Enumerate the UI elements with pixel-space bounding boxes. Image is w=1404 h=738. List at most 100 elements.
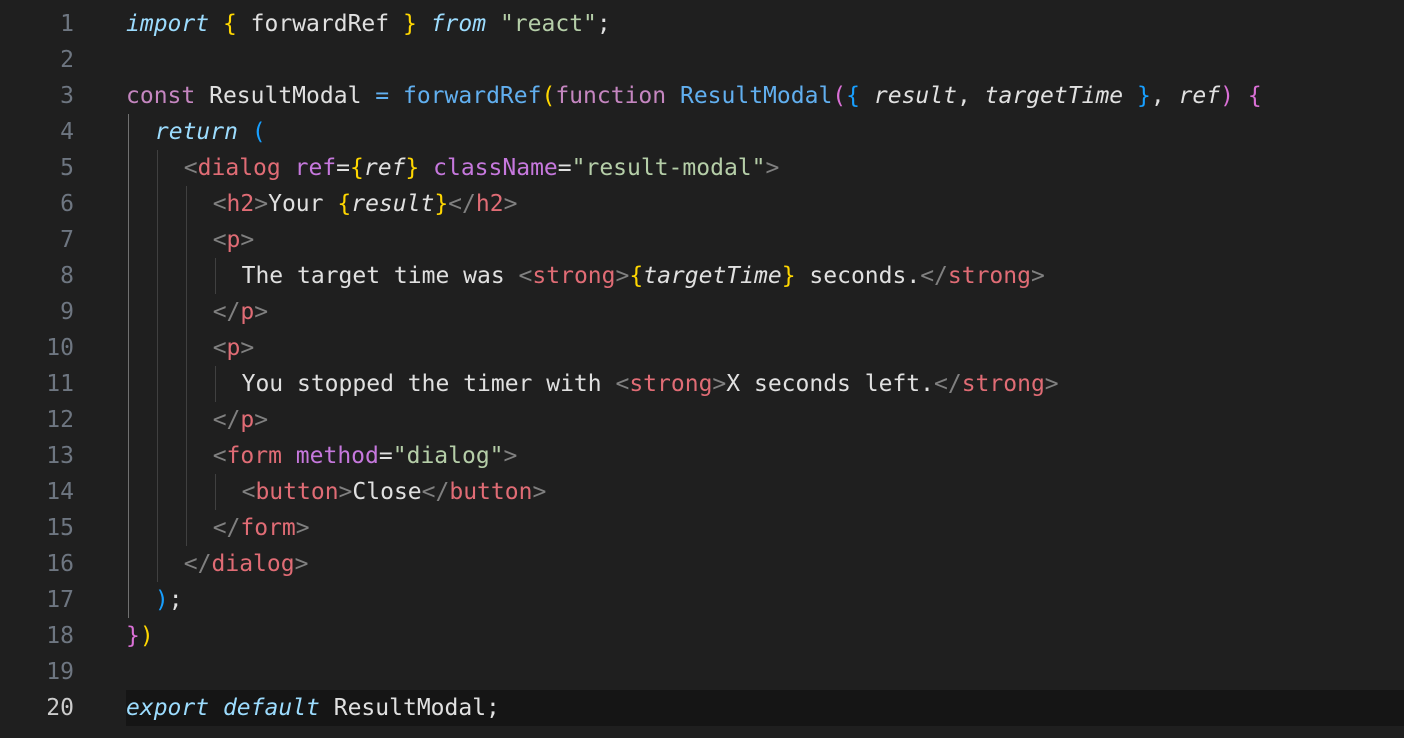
code-line[interactable]: 18}) (0, 618, 1404, 654)
line-number: 14 (46, 479, 74, 505)
code-token: p (226, 335, 241, 361)
indent-guide (185, 186, 187, 222)
code-content[interactable]: <button>Close</button> (126, 474, 1404, 510)
code-line[interactable]: 10 <p> (0, 330, 1404, 366)
code-editor[interactable]: 1 import { forwardRef } from "react"; 2 3 co… (0, 0, 1404, 738)
code-token: > (503, 191, 518, 217)
code-line[interactable]: 9 </p> (0, 294, 1404, 330)
code-token: p (240, 407, 255, 433)
code-content[interactable]: <p> (126, 222, 1404, 258)
code-token: p (226, 227, 241, 253)
code-content[interactable]: <p> (126, 330, 1404, 366)
code-token: ; (596, 11, 611, 37)
indent-guide (128, 150, 129, 186)
code-token: h2 (226, 191, 255, 217)
code-token: X seconds left. (726, 371, 934, 397)
line-number: 4 (60, 119, 74, 145)
code-text: <p> (213, 222, 255, 258)
indent-guide (185, 330, 187, 366)
code-text: </form> (213, 510, 310, 546)
code-line[interactable]: 14 <button>Close</button> (0, 474, 1404, 510)
code-token: form (226, 443, 282, 469)
code-text: ); (155, 582, 183, 618)
code-line[interactable]: 12 </p> (0, 402, 1404, 438)
code-line[interactable]: 6 <h2>Your {result}</h2> (0, 186, 1404, 222)
code-token: } (126, 623, 140, 649)
code-content[interactable]: <dialog ref={ref} className="result-moda… (126, 150, 1404, 186)
code-line[interactable]: 2 (0, 42, 1404, 78)
code-line[interactable]: 17); (0, 582, 1404, 618)
code-content[interactable]: </dialog> (126, 546, 1404, 582)
indent-guide (156, 546, 158, 582)
code-token: > (254, 299, 269, 325)
code-token: dialog (211, 551, 295, 577)
code-content[interactable]: <h2>Your {result}</h2> (126, 186, 1404, 222)
code-line[interactable]: 3 const ResultModal = forwardRef(function… (0, 78, 1404, 114)
indent-guide (185, 294, 187, 330)
code-line[interactable]: 11 You stopped the timer with <strong>X s… (0, 366, 1404, 402)
code-token: > (240, 335, 255, 361)
code-text: const ResultModal = forwardRef(function … (126, 78, 1262, 114)
code-content[interactable]: import { forwardRef } from "react"; (126, 6, 1404, 42)
code-token: < (212, 191, 227, 217)
code-text: <p> (213, 330, 255, 366)
code-token: button (255, 479, 339, 505)
code-content[interactable] (126, 42, 1404, 78)
code-token: } (402, 11, 417, 37)
code-token: strong (961, 371, 1045, 397)
indent-guide (214, 366, 216, 402)
code-text: You stopped the timer with <strong>X sec… (242, 366, 1059, 402)
code-content[interactable]: return ( (126, 114, 1404, 150)
indent-guide (128, 546, 129, 582)
code-content[interactable]: </p> (126, 294, 1404, 330)
code-content[interactable] (126, 654, 1404, 690)
code-token: < (615, 371, 630, 397)
line-number: 2 (60, 47, 74, 73)
code-token: > (503, 443, 518, 469)
code-content[interactable]: </form> (126, 510, 1404, 546)
code-text: <button>Close</button> (242, 474, 547, 510)
code-token: import (126, 11, 210, 37)
code-line[interactable]: 8 The target time was <strong>{targetTime… (0, 258, 1404, 294)
indent-guide (185, 438, 187, 474)
code-text: <form method="dialog"> (213, 438, 518, 474)
code-line[interactable]: 7 <p> (0, 222, 1404, 258)
indent-guide (156, 366, 158, 402)
code-token: result (873, 83, 957, 109)
code-token: form (240, 515, 296, 541)
code-line[interactable]: 20 export default ResultModal; (0, 690, 1404, 726)
code-content[interactable]: export default ResultModal; (126, 690, 1404, 726)
code-token: h2 (475, 191, 504, 217)
code-token: "result-modal" (571, 155, 766, 181)
code-content[interactable]: ); (126, 582, 1404, 618)
code-content[interactable]: You stopped the timer with <strong>X sec… (126, 366, 1404, 402)
code-line[interactable]: 1 import { forwardRef } from "react"; (0, 6, 1404, 42)
code-content[interactable]: const ResultModal = forwardRef(function … (126, 78, 1404, 114)
indent-guide (128, 438, 129, 474)
code-token: ) (1220, 83, 1234, 109)
code-token: strong (629, 371, 713, 397)
code-content[interactable]: <form method="dialog"> (126, 438, 1404, 474)
code-content[interactable]: </p> (126, 402, 1404, 438)
code-token: dialog (197, 155, 281, 181)
code-line[interactable]: 5 <dialog ref={ref} className="result-mod… (0, 150, 1404, 186)
code-line[interactable]: 15 </form> (0, 510, 1404, 546)
code-line[interactable]: 13 <form method="dialog"> (0, 438, 1404, 474)
code-line[interactable]: 16 </dialog> (0, 546, 1404, 582)
code-line[interactable]: 19 (0, 654, 1404, 690)
code-content[interactable]: }) (126, 618, 1404, 654)
code-line[interactable]: 4 return ( (0, 114, 1404, 150)
code-token: </ (448, 191, 476, 217)
code-token: } (781, 263, 796, 289)
indent-guide (128, 582, 129, 618)
code-token: seconds. (795, 263, 921, 289)
indent-guide (128, 258, 129, 294)
code-content[interactable]: The target time was <strong>{targetTime}… (126, 258, 1404, 294)
code-token: export (126, 695, 210, 721)
code-text: <dialog ref={ref} className="result-moda… (184, 150, 780, 186)
code-token: < (241, 479, 256, 505)
